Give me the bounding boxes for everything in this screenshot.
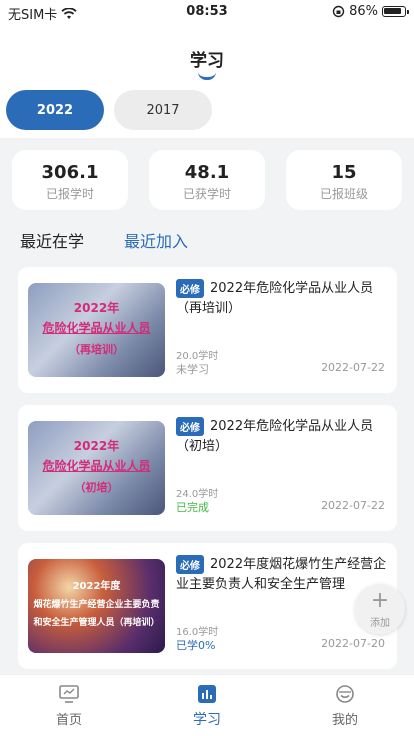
- battery-icon: [382, 6, 409, 17]
- page-title: 学习: [190, 51, 224, 71]
- course-date: 2022-07-20: [321, 637, 385, 650]
- orientation-lock-icon: [332, 5, 345, 18]
- plus-icon: +: [370, 588, 390, 613]
- course-progress: 未学习: [176, 363, 209, 376]
- thumbnail-text: 2022年度: [72, 581, 121, 592]
- course-date: 2022-07-22: [321, 499, 385, 512]
- thumbnail-text: 烟花爆竹生产经营企业主要负责: [33, 600, 160, 610]
- nav-home[interactable]: 首页: [0, 683, 138, 728]
- course-card[interactable]: 2022年 危险化学品从业人员 （初培） 必修 2022年危险化学品从业人员（初…: [18, 405, 397, 531]
- stat-enrolled-classes[interactable]: 15 已报班级: [286, 150, 402, 210]
- thumbnail-text: （初培）: [74, 481, 119, 494]
- monitor-icon: [59, 685, 79, 703]
- year-tab-2017[interactable]: 2017: [114, 90, 212, 130]
- add-button[interactable]: + 添加: [355, 584, 405, 634]
- thumbnail-text: 和安全生产管理人员（再培训）: [33, 618, 160, 628]
- system-indicators: 86%: [332, 4, 409, 19]
- nav-label: 首页: [55, 713, 82, 728]
- stat-value: 15: [331, 162, 357, 183]
- course-date: 2022-07-22: [321, 361, 385, 374]
- nav-label: 我的: [331, 713, 358, 728]
- course-thumbnail: 2022年度 烟花爆竹生产经营企业主要负责 和安全生产管理人员（再培训）: [28, 559, 165, 653]
- thumbnail-text: 2022年: [73, 439, 120, 453]
- course-hours: 20.0学时: [176, 351, 219, 362]
- course-progress: 已学0%: [176, 639, 216, 652]
- course-card[interactable]: 2022年度 烟花爆竹生产经营企业主要负责 和安全生产管理人员（再培训） 必修 …: [18, 543, 397, 669]
- user-face-icon: [336, 685, 354, 703]
- course-thumbnail: 2022年 危险化学品从业人员 （初培）: [28, 421, 165, 515]
- tab-recent-added[interactable]: 最近加入: [124, 228, 188, 251]
- stats-row: 306.1 已报学时 48.1 已获学时 15 已报班级: [0, 150, 414, 210]
- course-hours: 24.0学时: [176, 489, 219, 500]
- thumbnail-text: 危险化学品从业人员: [42, 459, 151, 473]
- stat-enrolled-hours[interactable]: 306.1 已报学时: [12, 150, 128, 210]
- status-bar: 无SIM卡 08:53 86%: [0, 0, 414, 26]
- chart-bar-icon: [198, 685, 216, 703]
- thumbnail-text: 2022年: [73, 301, 120, 315]
- course-card[interactable]: 2022年 危险化学品从业人员 （再培训） 必修 2022年危险化学品从业人员（…: [18, 267, 397, 393]
- course-hours: 16.0学时: [176, 627, 219, 638]
- battery-percent: 86%: [349, 4, 378, 19]
- nav-label: 学习: [193, 712, 221, 728]
- stat-earned-hours[interactable]: 48.1 已获学时: [149, 150, 265, 210]
- stat-value: 306.1: [41, 162, 99, 183]
- add-label: 添加: [370, 618, 390, 629]
- course-title: 2022年危险化学品从业人员（初培）: [176, 419, 374, 454]
- bottom-nav: 首页 学习 我的: [0, 674, 414, 736]
- title-indicator: [198, 72, 216, 80]
- nav-study[interactable]: 学习: [138, 683, 276, 729]
- course-title: 2022年危险化学品从业人员（再培训）: [176, 281, 374, 316]
- course-thumbnail: 2022年 危险化学品从业人员 （再培训）: [28, 283, 165, 377]
- year-tab-2022[interactable]: 2022: [6, 90, 104, 130]
- page-header: 学习: [0, 26, 414, 86]
- stat-label: 已报班级: [319, 187, 368, 201]
- stat-label: 已获学时: [182, 187, 231, 201]
- stat-label: 已报学时: [45, 187, 94, 201]
- thumbnail-text: （再培训）: [69, 343, 124, 356]
- section-tabs: 最近在学 最近加入: [20, 228, 188, 251]
- nav-profile[interactable]: 我的: [276, 683, 414, 728]
- course-progress: 已完成: [176, 501, 209, 514]
- stat-value: 48.1: [184, 162, 230, 183]
- tab-recent-study[interactable]: 最近在学: [20, 228, 84, 251]
- thumbnail-text: 危险化学品从业人员: [42, 321, 151, 335]
- year-tabs: 2022 2017: [0, 86, 414, 138]
